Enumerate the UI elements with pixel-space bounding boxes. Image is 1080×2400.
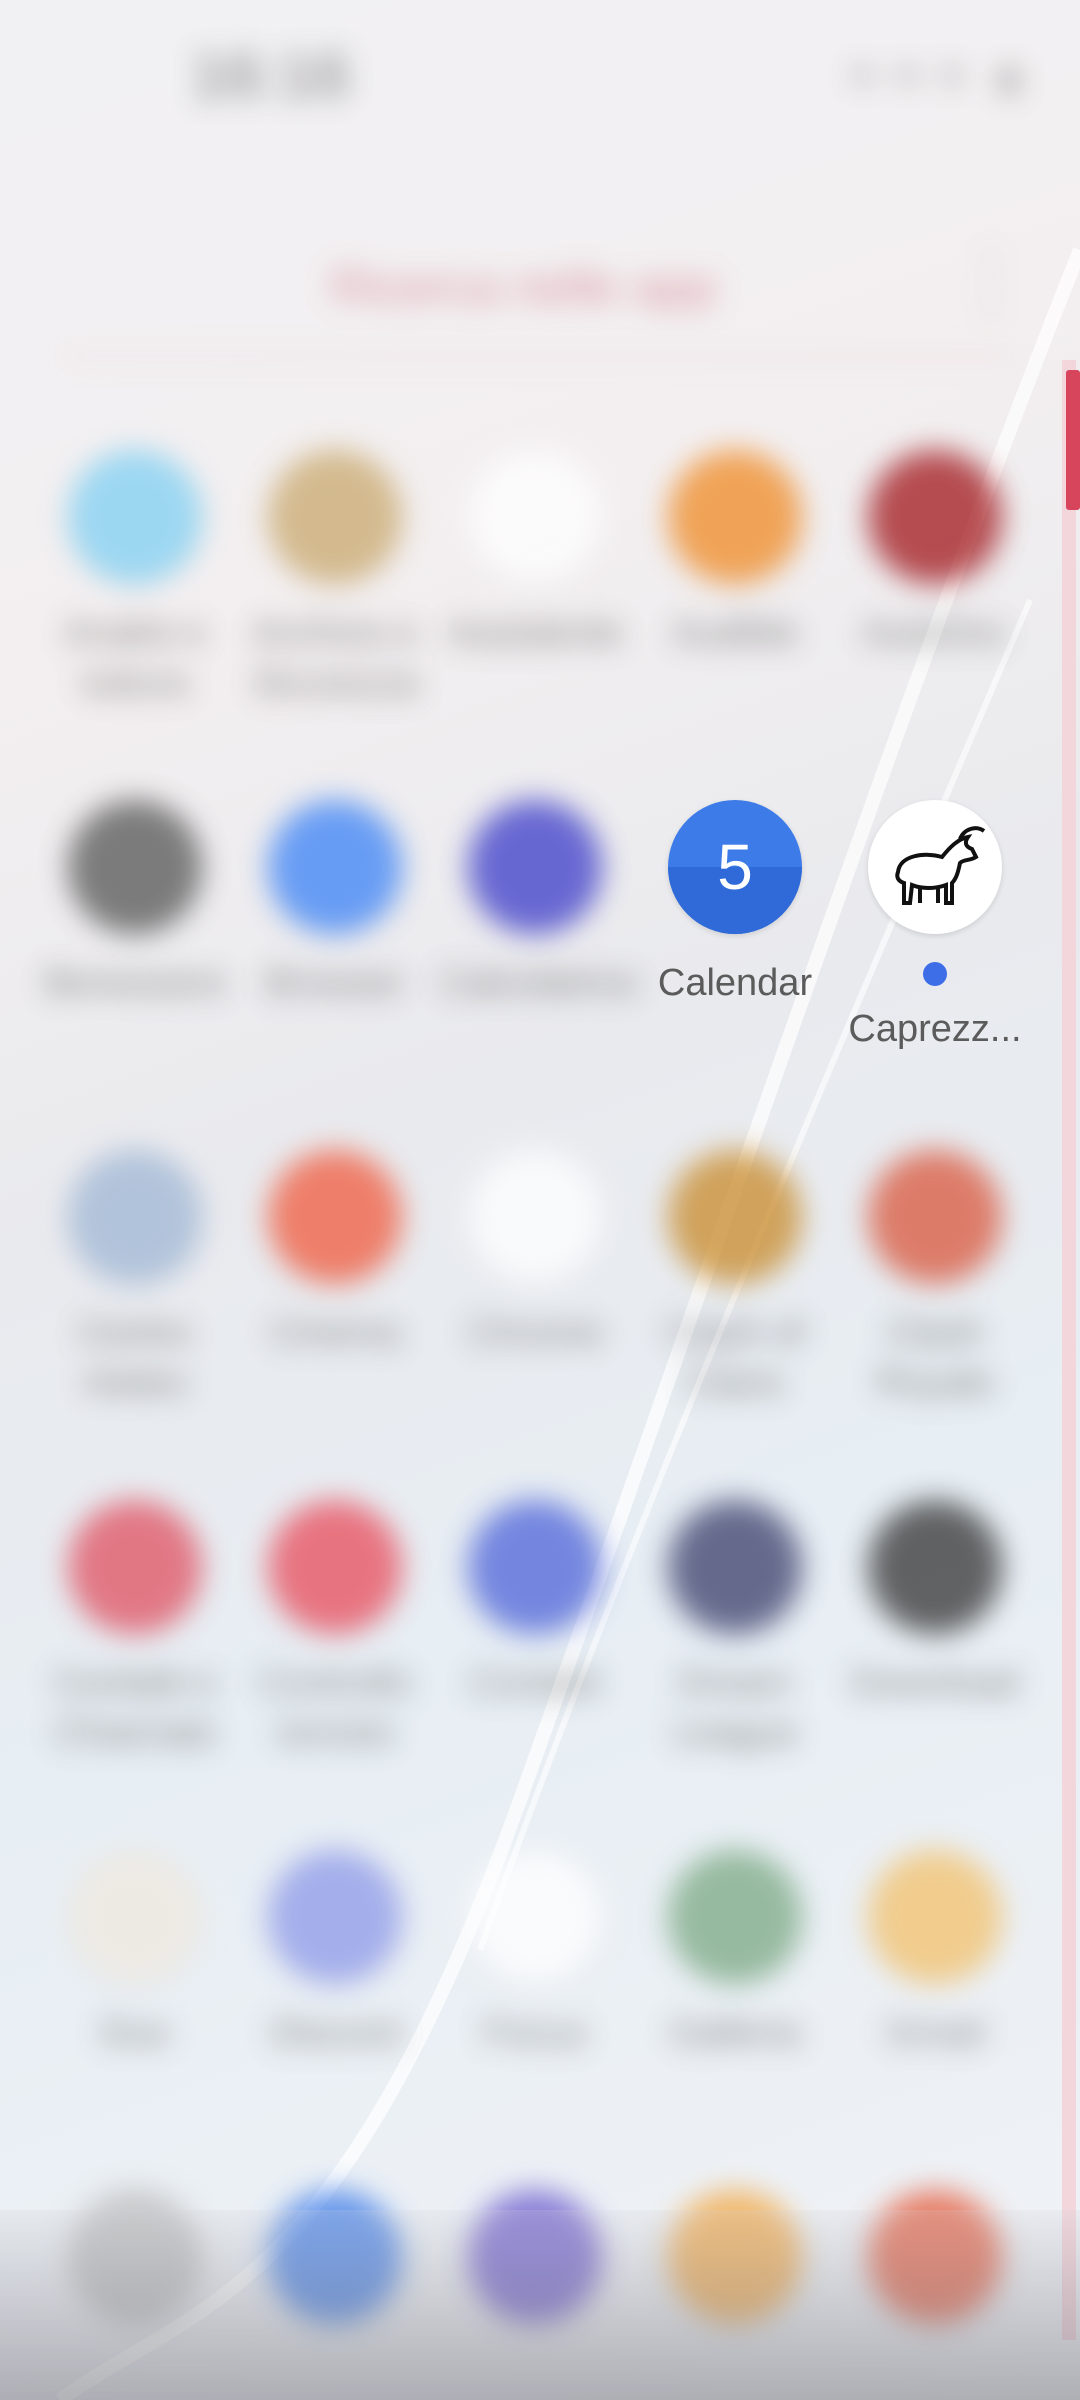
app-label: Contatti <box>469 1662 601 1704</box>
app-row5-1[interactable]: Duo <box>40 1850 230 2058</box>
app-icon <box>68 1850 202 1984</box>
app-row2-4[interactable]: 5 Calendar <box>640 800 830 1008</box>
scroll-thumb[interactable] <box>1066 370 1080 510</box>
app-icon <box>468 450 602 584</box>
app-label: Controllo remoto <box>258 1662 412 1754</box>
app-label: Archivio e Sicurezza <box>251 612 419 704</box>
app-row3-2[interactable]: Cinema <box>240 1150 430 1358</box>
status-bar: 16:16 ◔◔◔ ◐ <box>0 0 1080 140</box>
app-row3-1[interactable]: Centro meteo <box>40 1150 230 1408</box>
app-label: Calcolatrice <box>440 962 639 1004</box>
calendar-day: 5 <box>717 831 753 903</box>
more-options-icon[interactable] <box>988 250 1010 320</box>
app-icon <box>668 450 802 584</box>
app-row5-2[interactable]: Discord <box>240 1850 430 2058</box>
calendar-icon: 5 <box>668 800 802 934</box>
dock-bar <box>0 2210 1080 2400</box>
app-icon <box>468 1850 602 1984</box>
new-app-dot <box>923 962 947 986</box>
scroll-track[interactable] <box>1062 360 1076 2340</box>
app-row5-3[interactable]: Focus <box>440 1850 630 2058</box>
app-icon <box>268 1500 402 1634</box>
app-icon <box>668 1850 802 1984</box>
app-label: Centro meteo <box>77 1312 193 1404</box>
app-label: Benessere <box>44 962 226 1004</box>
app-icon <box>268 1150 402 1284</box>
app-icon <box>668 1150 802 1284</box>
app-row1-3[interactable]: Assistente <box>440 450 630 658</box>
app-row3-4[interactable]: Clash of Clans <box>640 1150 830 1408</box>
app-search-bar[interactable]: Ricerca nelle app <box>60 230 1020 350</box>
app-label: Clash of Clans <box>665 1312 805 1404</box>
app-row3-5[interactable]: Clash Royale <box>840 1150 1030 1408</box>
app-row1-1[interactable]: Analisi e tuttura <box>40 450 230 708</box>
app-row1-4[interactable]: Audible <box>640 450 830 658</box>
app-label: Dream League <box>671 1662 799 1754</box>
app-row2-1[interactable]: Benessere <box>40 800 230 1008</box>
app-icon <box>868 1150 1002 1284</box>
app-row4-1[interactable]: Contatti e Chiamate <box>40 1500 230 1758</box>
app-label: Assistente <box>447 612 623 654</box>
app-label: Contatti e Chiamate <box>53 1662 217 1754</box>
app-icon <box>68 1500 202 1634</box>
app-label: Analisi e tuttura <box>63 612 207 704</box>
app-icon <box>68 800 202 934</box>
app-icon <box>268 800 402 934</box>
app-label: Clash Royale <box>875 1312 995 1404</box>
app-icon <box>868 1500 1002 1634</box>
app-row4-2[interactable]: Controllo remoto <box>240 1500 430 1758</box>
goat-drawing <box>895 826 986 905</box>
app-label: Caprezz... <box>848 1008 1022 1050</box>
app-icon <box>668 1500 802 1634</box>
search-placeholder: Ricerca nelle app <box>330 259 717 315</box>
goat-icon <box>868 800 1002 934</box>
status-clock: 16:16 <box>190 39 351 111</box>
app-label: Chrome <box>467 1312 603 1354</box>
app-row4-4[interactable]: Dream League <box>640 1500 830 1758</box>
app-row4-3[interactable]: Contatti <box>440 1500 630 1708</box>
app-icon <box>468 800 602 934</box>
app-label: Gmail <box>885 2012 985 2054</box>
app-row2-5[interactable]: Caprezz... <box>840 800 1030 1054</box>
app-label: Discord <box>270 2012 400 2054</box>
status-icons: ◔◔◔ ◐ <box>837 41 1040 113</box>
app-label: Calendar <box>657 962 813 1004</box>
app-icon <box>468 1500 602 1634</box>
app-label: Cinema <box>269 1312 401 1354</box>
app-label: Duo <box>100 2012 170 2054</box>
app-row2-2[interactable]: Browser <box>240 800 430 1008</box>
app-icon <box>868 450 1002 584</box>
app-label: Download <box>850 1662 1020 1704</box>
app-label: Galleria <box>669 2012 801 2054</box>
app-row1-2[interactable]: Archivio e Sicurezza <box>240 450 430 708</box>
app-row4-5[interactable]: Download <box>840 1500 1030 1708</box>
app-row1-5[interactable]: AutoDoc <box>840 450 1030 658</box>
app-row2-3[interactable]: Calcolatrice <box>440 800 639 1008</box>
app-icon <box>68 1150 202 1284</box>
app-icon <box>268 1850 402 1984</box>
app-icon <box>68 450 202 584</box>
app-label: AutoDoc <box>862 612 1008 654</box>
app-label: Browser <box>265 962 405 1004</box>
search-divider <box>60 355 1020 358</box>
app-icon <box>268 450 402 584</box>
app-icon <box>468 1150 602 1284</box>
app-label: Audible <box>671 612 799 654</box>
app-label: Focus <box>483 2012 587 2054</box>
app-row5-4[interactable]: Galleria <box>640 1850 830 2058</box>
app-icon <box>868 1850 1002 1984</box>
app-row5-5[interactable]: Gmail <box>840 1850 1030 2058</box>
app-row3-3[interactable]: Chrome <box>440 1150 630 1358</box>
